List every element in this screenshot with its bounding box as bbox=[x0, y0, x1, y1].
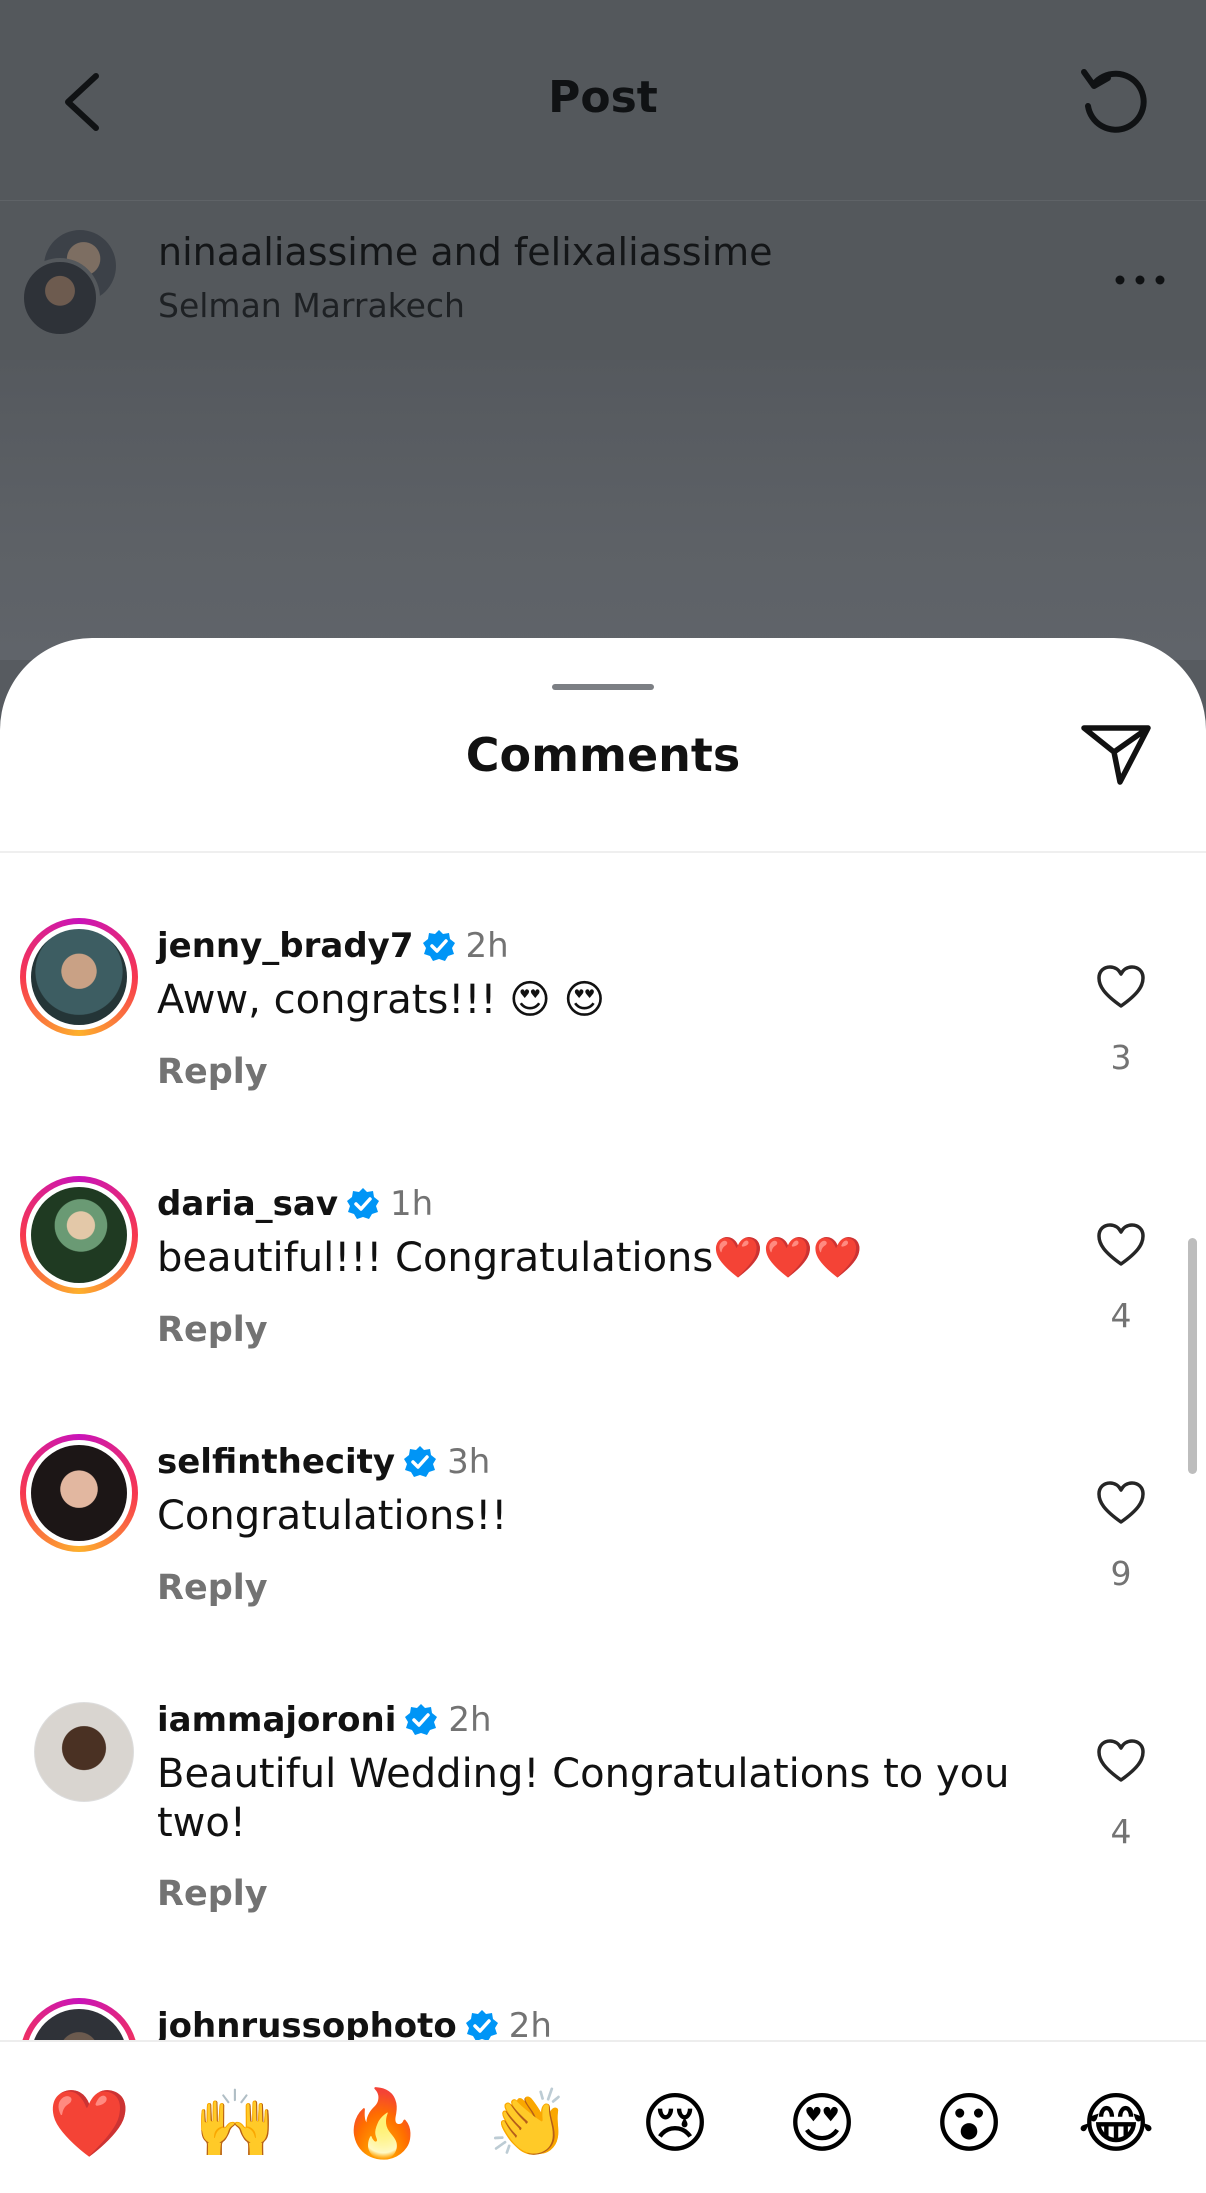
comment-time: 1h bbox=[390, 1184, 434, 1224]
verified-badge-icon bbox=[465, 2010, 498, 2041]
reaction-heart-emoji[interactable]: ❤️ bbox=[48, 2084, 130, 2164]
comment-time: 2h bbox=[448, 1700, 492, 1740]
comment-username[interactable]: jenny_brady7 bbox=[157, 926, 414, 966]
reaction-raised-hands-emoji[interactable]: 🙌 bbox=[194, 2084, 276, 2164]
post-location[interactable]: Selman Marrakech bbox=[158, 286, 465, 325]
post-author-header bbox=[0, 200, 1206, 361]
post-image bbox=[0, 360, 1206, 660]
comment-header: iammajoroni 2h bbox=[157, 1700, 492, 1740]
like-count: 3 bbox=[1110, 1038, 1132, 1077]
top-bar: Post bbox=[0, 0, 1206, 200]
comment-header: jenny_brady7 2h bbox=[157, 926, 509, 966]
verified-badge-icon bbox=[404, 1446, 437, 1477]
reply-button[interactable]: Reply bbox=[157, 1310, 268, 1350]
avatar[interactable] bbox=[20, 258, 100, 338]
heart-icon[interactable] bbox=[1096, 1222, 1146, 1268]
verified-badge-icon bbox=[422, 930, 455, 961]
comment-text: Congratulations!! bbox=[157, 1493, 508, 1539]
more-horizontal-icon[interactable] bbox=[1114, 274, 1166, 286]
sheet-title: Comments bbox=[465, 728, 741, 782]
comment-username[interactable]: daria_sav bbox=[157, 1184, 338, 1224]
like-count: 4 bbox=[1110, 1296, 1132, 1335]
comment-header: selfinthecity 3h bbox=[157, 1442, 490, 1482]
reply-button[interactable]: Reply bbox=[157, 1052, 268, 1092]
page-title: Post bbox=[548, 72, 658, 123]
reaction-fire-emoji[interactable]: 🔥 bbox=[341, 2084, 423, 2164]
comment-time: 3h bbox=[447, 1442, 491, 1482]
refresh-icon[interactable] bbox=[1078, 66, 1152, 140]
avatar[interactable] bbox=[20, 1434, 138, 1552]
comment-text: Aww, congrats!!! 😍 😍 bbox=[157, 977, 606, 1023]
sheet-grabber[interactable] bbox=[552, 684, 654, 690]
avatar[interactable] bbox=[34, 1702, 134, 1802]
post-authors[interactable]: ninaaliassime and felixaliassime bbox=[158, 230, 773, 274]
comment-header: daria_sav 1h bbox=[157, 1184, 433, 1224]
comment-text: Beautiful Wedding! Congratulations to yo… bbox=[157, 1751, 1010, 1846]
comment-username[interactable]: selfinthecity bbox=[157, 1442, 395, 1482]
reply-button[interactable]: Reply bbox=[157, 1874, 268, 1914]
divider bbox=[0, 851, 1206, 853]
like-count: 4 bbox=[1110, 1812, 1132, 1851]
heart-icon[interactable] bbox=[1096, 1480, 1146, 1526]
reply-button[interactable]: Reply bbox=[157, 1568, 268, 1608]
heart-icon[interactable] bbox=[1096, 1738, 1146, 1784]
avatar[interactable] bbox=[20, 1176, 138, 1294]
comment-username[interactable]: iammajoroni bbox=[157, 1700, 396, 1740]
reaction-crying-emoji[interactable]: 😢 bbox=[635, 2084, 715, 2164]
comments-sheet: Comments jenny_brady7 2h Aww, congrats!!… bbox=[0, 638, 1206, 2191]
heart-icon[interactable] bbox=[1096, 964, 1146, 1010]
reaction-bar: ❤️ 🙌 🔥 👏 😢 😍 😮 😂 bbox=[0, 2040, 1206, 2193]
reaction-heart-eyes-emoji[interactable]: 😍 bbox=[782, 2084, 862, 2164]
send-icon[interactable] bbox=[1080, 722, 1152, 788]
comment-text: beautiful!!! Congratulations❤️❤️❤️ bbox=[157, 1235, 863, 1281]
verified-badge-icon bbox=[405, 1704, 438, 1735]
scrollbar[interactable] bbox=[1188, 1238, 1197, 1474]
verified-badge-icon bbox=[347, 1188, 379, 1219]
reaction-clapping-emoji[interactable]: 👏 bbox=[488, 2084, 570, 2164]
avatar[interactable] bbox=[20, 918, 138, 1036]
reaction-surprised-emoji[interactable]: 😮 bbox=[929, 2084, 1009, 2164]
reaction-laughing-emoji[interactable]: 😂 bbox=[1076, 2084, 1156, 2164]
like-count: 9 bbox=[1110, 1554, 1132, 1593]
comment-time: 2h bbox=[465, 926, 509, 966]
